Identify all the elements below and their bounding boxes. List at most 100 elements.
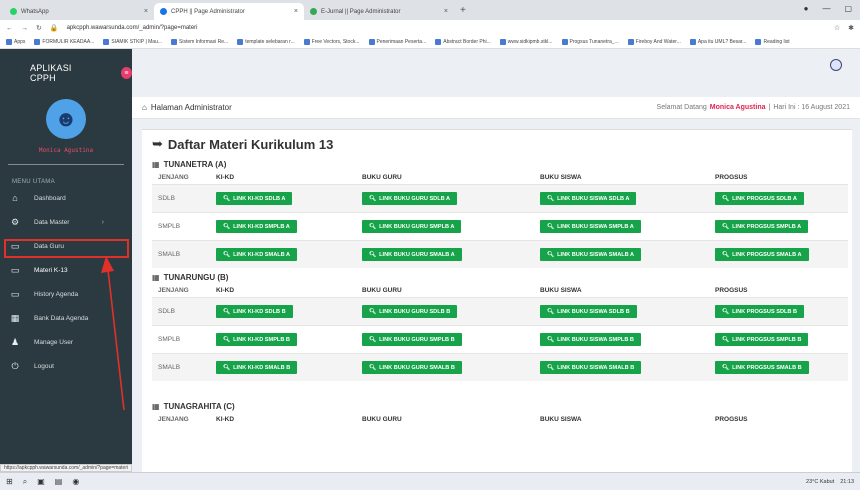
table-header: JENJANG KI-KD BUKU GURU BUKU SISWA PROGSUS	[152, 283, 848, 297]
column-header: BUKU GURU	[362, 415, 402, 423]
windows-start-icon[interactable]: ⊞	[6, 477, 13, 486]
material-link-button[interactable]: 🔍︎ LINK BUKU SISWA SDLB A	[540, 192, 637, 205]
star-icon[interactable]: ☆	[834, 24, 840, 32]
new-tab-button[interactable]: +	[460, 5, 466, 16]
bookmark-item[interactable]: Sistem Informasi Re...	[171, 39, 228, 45]
browser-tab[interactable]: E-Jurnal || Page Administrator ×	[304, 3, 454, 20]
material-link-button[interactable]: 🔍︎ LINK PROGSUS SMPLB B	[715, 333, 809, 346]
bookmark-label: Penerimaan Peserta...	[376, 39, 427, 45]
material-link-button[interactable]: 🔍︎ LINK PROGSUS SMALB B	[715, 361, 809, 374]
column-header: BUKU SISWA	[540, 286, 582, 294]
bookmark-item[interactable]: Free Vectors, Stock...	[303, 39, 360, 45]
category-section: ▦ TUNARUNGU (B) JENJANG KI-KD BUKU GURU BUKU …	[152, 271, 848, 381]
bookmark-label: FORMULIR KEADAA...	[42, 39, 95, 45]
material-link-button[interactable]: 🔍︎ LINK PROGSUS SMALB A	[715, 248, 809, 261]
forward-icon[interactable]: →	[21, 25, 28, 32]
back-icon[interactable]: ←	[6, 25, 13, 32]
chevron-right-icon: ›	[101, 218, 104, 226]
material-link-button[interactable]: 🔍︎ LINK BUKU GURU SDLB A	[362, 192, 458, 205]
column-header: KI-KD	[216, 286, 235, 294]
sidebar-item-label: Materi K-13	[34, 266, 68, 274]
material-link-button[interactable]: 🔍︎ LINK KI-KD SDLB B	[216, 305, 293, 318]
bookmark-item[interactable]: Abstract Border Phi...	[435, 39, 491, 45]
bookmark-item[interactable]: template selebaran r...	[237, 39, 295, 45]
extensions-icon[interactable]: ✱	[848, 24, 854, 32]
level-cell: SMPLB	[158, 336, 181, 343]
search-icon: 🔍︎	[547, 364, 555, 371]
content-card: ➥ Daftar Materi Kurikulum 13 ▦ TUNANETRA …	[142, 129, 852, 472]
tab-title: WhatsApp	[21, 8, 49, 15]
material-link-button[interactable]: 🔍︎ LINK KI-KD SDLB A	[216, 192, 293, 205]
close-tab-icon[interactable]: ×	[444, 8, 448, 15]
bookmark-label: www.sidkipmb.stkl...	[507, 39, 553, 45]
bookmark-item[interactable]: Apps	[6, 39, 25, 45]
page-title: ➥ Daftar Materi Kurikulum 13	[152, 136, 333, 152]
material-link-button[interactable]: 🔍︎ LINK PROGSUS SMPLB A	[715, 220, 809, 233]
material-link-button[interactable]: 🔍︎ LINK KI-KD SMPLB B	[216, 333, 297, 346]
search-icon: 🔍︎	[223, 195, 231, 202]
material-link-button[interactable]: 🔍︎ LINK BUKU SISWA SMALB B	[540, 361, 642, 374]
sidebar-item-logout[interactable]: ⏻ Logout	[0, 355, 132, 377]
bookmark-item[interactable]: www.sidkipmb.stkl...	[499, 39, 553, 45]
bookmark-item[interactable]: Progsus Tunanetra_...	[561, 39, 619, 45]
url-field[interactable]: apkcpph.wawarsunda.com/_admin/?page=mate…	[67, 22, 826, 34]
minimize-button[interactable]: —	[822, 4, 830, 13]
material-link-button[interactable]: 🔍︎ LINK PROGSUS SDLB B	[715, 305, 805, 318]
sidebar-item-dashboard[interactable]: ⌂ Dashboard	[0, 187, 132, 209]
material-link-button[interactable]: 🔍︎ LINK BUKU GURU SDLB B	[362, 305, 458, 318]
folder-open-icon: ➥	[152, 136, 163, 151]
link-label: LINK BUKU GURU SMPLB B	[379, 336, 455, 343]
material-link-button[interactable]: 🔍︎ LINK KI-KD SMALB A	[216, 248, 298, 261]
bookmark-item[interactable]: Reading list	[755, 39, 790, 45]
bookmark-icon	[103, 39, 110, 45]
close-tab-icon[interactable]: ×	[294, 8, 298, 15]
section-title-text: TUNANETRA (A)	[163, 159, 227, 169]
material-link-button[interactable]: 🔍︎ LINK BUKU SISWA SMPLB B	[540, 333, 641, 346]
chrome-icon[interactable]: ◉	[72, 477, 79, 486]
sidebar-item-label: History Agenda	[34, 290, 79, 298]
link-label: LINK BUKU SISWA SMALB B	[557, 364, 635, 371]
material-link-button[interactable]: 🔍︎ LINK BUKU SISWA SDLB B	[540, 305, 637, 318]
material-link-button[interactable]: 🔍︎ LINK BUKU GURU SMPLB B	[362, 333, 462, 346]
material-link-button[interactable]: 🔍︎ LINK BUKU GURU SMALB B	[362, 361, 462, 374]
maximize-button[interactable]: ▢	[844, 4, 852, 13]
sidebar-item-history-agenda[interactable]: ▭ History Agenda	[0, 283, 132, 305]
sidebar-item-materi-k-13[interactable]: ▭ Materi K-13	[0, 259, 132, 281]
bookmark-item[interactable]: Apa itu UML? Besar...	[689, 39, 746, 45]
bookmark-item[interactable]: FORMULIR KEADAA...	[34, 39, 94, 45]
material-link-button[interactable]: 🔍︎ LINK BUKU GURU SMALB A	[362, 248, 462, 261]
material-link-button[interactable]: 🔍︎ LINK BUKU SISWA SMALB A	[540, 248, 642, 261]
avatar: ☻	[46, 99, 86, 139]
sidebar-toggle-button[interactable]: ≡	[120, 67, 132, 79]
calendar-icon: ▦	[10, 312, 20, 323]
profile-icon[interactable]: ●	[804, 4, 809, 13]
browser-tab[interactable]: WhatsApp ×	[4, 3, 154, 20]
table-row: SMPLB 🔍︎ LINK KI-KD SMPLB B 🔍︎ LINK BUKU GUR…	[152, 325, 848, 353]
search-icon: 🔍︎	[369, 336, 377, 343]
bookmark-item[interactable]: Penerimaan Peserta...	[368, 39, 427, 45]
material-link-button[interactable]: 🔍︎ LINK KI-KD SMALB B	[216, 361, 298, 374]
search-icon[interactable]: ⌕	[23, 477, 27, 487]
bookmark-icon	[303, 39, 310, 45]
material-link-button[interactable]: 🔍︎ LINK BUKU GURU SMPLB A	[362, 220, 462, 233]
explorer-icon[interactable]: ▤	[55, 477, 63, 486]
material-link-button[interactable]: 🔍︎ LINK PROGSUS SDLB A	[715, 192, 804, 205]
breadcrumb: ⌂ Halaman Administrator Selamat Datang M…	[132, 97, 860, 119]
sidebar-item-manage-user[interactable]: ♟ Manage User	[0, 331, 132, 353]
bookmark-item[interactable]: Fireboy And Water...	[627, 39, 681, 45]
bookmark-item[interactable]: SIAMIK STKIP | Mau...	[103, 39, 162, 45]
task-view-icon[interactable]: ▣	[37, 477, 45, 486]
link-label: LINK KI-KD SMALB B	[233, 364, 291, 371]
table-row: SMALB 🔍︎ LINK KI-KD SMALB B 🔍︎ LINK BUKU GUR…	[152, 353, 848, 381]
user-menu-icon[interactable]	[830, 59, 842, 71]
search-icon: 🔍︎	[547, 308, 555, 315]
taskbar: ⊞ ⌕ ▣ ▤ ◉ 23°C Kabut 21:13	[0, 472, 860, 490]
close-tab-icon[interactable]: ×	[144, 8, 148, 15]
sidebar-item-data-master[interactable]: ⚙ Data Master ›	[0, 211, 132, 233]
reload-icon[interactable]: ↻	[36, 24, 42, 32]
sidebar-item-bank-data-agenda[interactable]: ▦ Bank Data Agenda	[0, 307, 132, 329]
search-icon: 🔍︎	[223, 223, 231, 230]
material-link-button[interactable]: 🔍︎ LINK BUKU SISWA SMPLB A	[540, 220, 641, 233]
browser-tab[interactable]: CPPH || Page Administrator ×	[154, 3, 304, 20]
material-link-button[interactable]: 🔍︎ LINK KI-KD SMPLB A	[216, 220, 297, 233]
